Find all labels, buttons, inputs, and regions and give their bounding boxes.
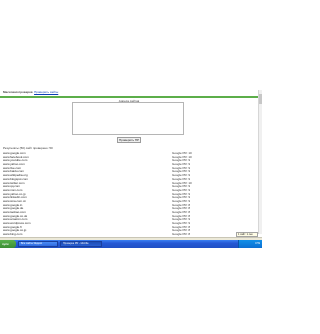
- green-divider: [0, 96, 258, 98]
- headline-link[interactable]: Проверить сайты: [34, 90, 58, 94]
- system-tray: 0:59: [238, 240, 262, 248]
- check-pr-button[interactable]: Проверить ПР: [117, 137, 141, 143]
- page-headline: Массовая проверка: Проверить сайты: [3, 90, 59, 94]
- taskbar-item-1[interactable]: Все сайты Яндекс: [18, 241, 58, 247]
- start-button[interactable]: пуск: [0, 240, 16, 248]
- vertical-scrollbar[interactable]: [258, 90, 262, 234]
- scrollbar-thumb[interactable]: [259, 94, 262, 104]
- clock: 0:59: [255, 242, 260, 245]
- results-title: Результаты (50) сайт проверено: 50: [3, 146, 53, 150]
- browser-content-top: [0, 0, 262, 90]
- sites-textarea[interactable]: [72, 102, 184, 135]
- results-list: www.google.com Google PR: 10 www.facebook.…: [3, 151, 253, 248]
- taskbar-item-2[interactable]: Проверка PR - Mozilla: [60, 241, 102, 247]
- headline-prefix: Массовая проверка: [3, 90, 33, 94]
- desktop-area: [0, 248, 262, 334]
